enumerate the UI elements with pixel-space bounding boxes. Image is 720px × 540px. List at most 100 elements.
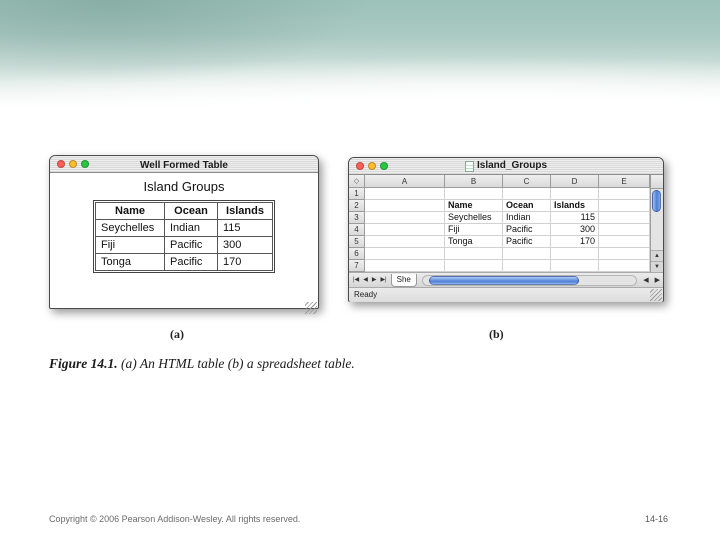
sheet-tab-bar: |◀ ◀ ▶ ▶| She ◀ ▶ xyxy=(349,273,663,288)
status-bar: Ready xyxy=(349,288,663,302)
sheet-cell[interactable] xyxy=(599,188,650,200)
sheet-cell[interactable] xyxy=(551,188,599,200)
prev-sheet-icon[interactable]: ◀ xyxy=(361,274,370,287)
sheet-cell[interactable] xyxy=(503,188,551,200)
page-number: 14-16 xyxy=(644,514,668,524)
sheet-row: 3 Seychelles Indian 115 xyxy=(349,212,650,224)
sheet-cell[interactable]: Fiji xyxy=(445,224,503,236)
sheet-cell[interactable] xyxy=(551,260,599,272)
last-sheet-icon[interactable]: ▶| xyxy=(378,274,388,287)
window-b-title: Island_Groups xyxy=(476,160,547,171)
next-sheet-icon[interactable]: ▶ xyxy=(370,274,379,287)
sheet-cell[interactable] xyxy=(503,248,551,260)
sheet-cell[interactable]: Indian xyxy=(503,212,551,224)
spreadsheet-window: Island_Groups ◇ A B C D E 1 2 Name Ocean… xyxy=(348,157,664,302)
status-text: Ready xyxy=(354,290,378,299)
row-header[interactable]: 5 xyxy=(349,236,365,248)
diamond-icon: ◇ xyxy=(353,178,360,185)
window-a-title: Well Formed Table xyxy=(140,160,228,171)
sheet-cell[interactable]: Islands xyxy=(551,200,599,212)
column-header-row: ◇ A B C D E xyxy=(349,175,650,188)
column-header-c[interactable]: C xyxy=(503,175,551,188)
sheet-cell[interactable]: Pacific xyxy=(503,236,551,248)
sheet-cell[interactable] xyxy=(365,248,445,260)
column-header-d[interactable]: D xyxy=(551,175,599,188)
vertical-scroll-thumb[interactable] xyxy=(652,190,661,212)
table-row: Seychelles Indian 115 xyxy=(95,219,273,237)
sheet-cell[interactable] xyxy=(365,236,445,248)
horizontal-scroll-thumb[interactable] xyxy=(428,275,579,285)
sheet-cell[interactable]: 170 xyxy=(551,236,599,248)
column-header-a[interactable]: A xyxy=(365,175,445,188)
sheet-cell[interactable]: Ocean xyxy=(503,200,551,212)
scroll-right-icon[interactable]: ▶ xyxy=(652,276,663,284)
sheet-cell[interactable] xyxy=(599,248,650,260)
row-header[interactable]: 4 xyxy=(349,224,365,236)
sheet-tab[interactable]: She xyxy=(390,273,417,287)
sheet-row: 1 xyxy=(349,188,650,200)
row-header[interactable]: 3 xyxy=(349,212,365,224)
sheet-cell[interactable] xyxy=(365,260,445,272)
sheet-cell[interactable] xyxy=(599,260,650,272)
window-a-titlebar[interactable]: Well Formed Table xyxy=(50,156,318,173)
first-sheet-icon[interactable]: |◀ xyxy=(351,274,361,287)
scroll-down-icon[interactable]: ▼ xyxy=(651,261,663,272)
minimize-button-icon[interactable] xyxy=(69,160,77,168)
table-header-row: Name Ocean Islands xyxy=(95,202,273,220)
figure-caption-label: Figure 14.1. xyxy=(49,356,118,371)
sheet-cell[interactable] xyxy=(599,200,650,212)
sheet-cell[interactable] xyxy=(599,236,650,248)
sheet-cell[interactable] xyxy=(503,260,551,272)
close-button-icon[interactable] xyxy=(57,160,65,168)
figure-label-b: (b) xyxy=(489,327,504,341)
cell: 115 xyxy=(217,219,273,237)
row-header[interactable]: 7 xyxy=(349,260,365,272)
resize-grip-icon[interactable] xyxy=(305,302,317,314)
minimize-button-icon[interactable] xyxy=(368,162,376,170)
sheet-cell[interactable]: Name xyxy=(445,200,503,212)
sheet-cell[interactable] xyxy=(551,248,599,260)
figure-caption: Figure 14.1. (a) An HTML table (b) a spr… xyxy=(49,356,355,372)
sheet-row: 4 Fiji Pacific 300 xyxy=(349,224,650,236)
vertical-scrollbar[interactable]: ▲ ▼ xyxy=(650,175,663,272)
sheet-cell[interactable] xyxy=(599,224,650,236)
sheet-cell[interactable] xyxy=(365,200,445,212)
sheet-cell[interactable]: Tonga xyxy=(445,236,503,248)
sheet-cell[interactable]: Pacific xyxy=(503,224,551,236)
html-table-window: Well Formed Table Island Groups Name Oce… xyxy=(49,155,319,314)
zoom-button-icon[interactable] xyxy=(81,160,89,168)
sheet-cell[interactable]: Seychelles xyxy=(445,212,503,224)
sheet-cell[interactable]: 300 xyxy=(551,224,599,236)
select-all-corner[interactable]: ◇ xyxy=(349,175,365,188)
sheet-cell[interactable] xyxy=(599,212,650,224)
row-header[interactable]: 1 xyxy=(349,188,365,200)
table-row: Tonga Pacific 170 xyxy=(95,253,273,271)
sheet-cell[interactable] xyxy=(365,212,445,224)
sheet-row: 6 xyxy=(349,248,650,260)
sheet-cell[interactable] xyxy=(445,260,503,272)
scroll-left-icon[interactable]: ◀ xyxy=(640,276,651,284)
header-ocean: Ocean xyxy=(164,202,218,220)
sheet-cell[interactable] xyxy=(445,188,503,200)
column-header-e[interactable]: E xyxy=(599,175,650,188)
figure-caption-text: (a) An HTML table (b) a spreadsheet tabl… xyxy=(121,356,355,371)
html-table: Name Ocean Islands Seychelles Indian 115… xyxy=(93,200,275,273)
cell: Pacific xyxy=(164,253,218,271)
row-header[interactable]: 6 xyxy=(349,248,365,260)
column-header-b[interactable]: B xyxy=(445,175,503,188)
sheet-cell[interactable]: 115 xyxy=(551,212,599,224)
row-header[interactable]: 2 xyxy=(349,200,365,212)
copyright-text: Copyright © 2006 Pearson Addison-Wesley.… xyxy=(49,514,301,524)
scroll-up-icon[interactable]: ▲ xyxy=(651,250,663,261)
sheet-cell[interactable] xyxy=(365,188,445,200)
scrollbar-top-box[interactable] xyxy=(651,175,663,189)
zoom-button-icon[interactable] xyxy=(380,162,388,170)
sheet-cell[interactable] xyxy=(365,224,445,236)
horizontal-scrollbar[interactable] xyxy=(421,274,638,286)
resize-grip-icon[interactable] xyxy=(650,289,662,301)
close-button-icon[interactable] xyxy=(356,162,364,170)
vertical-scroll-track[interactable] xyxy=(651,189,663,250)
sheet-cell[interactable] xyxy=(445,248,503,260)
window-b-titlebar[interactable]: Island_Groups xyxy=(349,158,663,175)
cell: Seychelles xyxy=(95,219,165,237)
